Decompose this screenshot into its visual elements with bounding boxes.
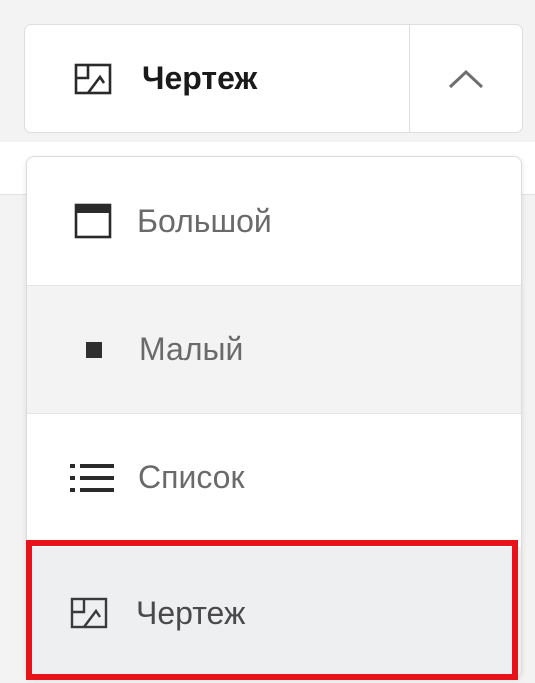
large-view-icon (74, 203, 112, 239)
menu-item-small-label: Малый (139, 331, 244, 367)
view-switcher-toggle[interactable] (410, 25, 522, 132)
blueprint-icon (74, 63, 112, 95)
blueprint-icon (70, 597, 108, 629)
menu-item-large-label: Большой (137, 202, 272, 239)
view-menu: Большой Малый Список Чертеж (26, 156, 522, 678)
menu-item-large[interactable]: Большой (27, 157, 521, 285)
menu-item-list-label: Список (138, 459, 245, 495)
chevron-up-icon (446, 67, 486, 91)
menu-item-small[interactable]: Малый (27, 286, 521, 413)
view-switcher-label: Чертеж (142, 60, 258, 96)
view-switcher-current[interactable]: Чертеж (25, 25, 409, 132)
menu-item-blueprint[interactable]: Чертеж (27, 547, 521, 677)
view-switcher-button: Чертеж (24, 24, 523, 133)
menu-item-blueprint-label: Чертеж (136, 594, 246, 631)
menu-item-list[interactable]: Список (27, 414, 521, 541)
small-view-icon (85, 341, 103, 359)
list-view-icon (70, 461, 114, 495)
